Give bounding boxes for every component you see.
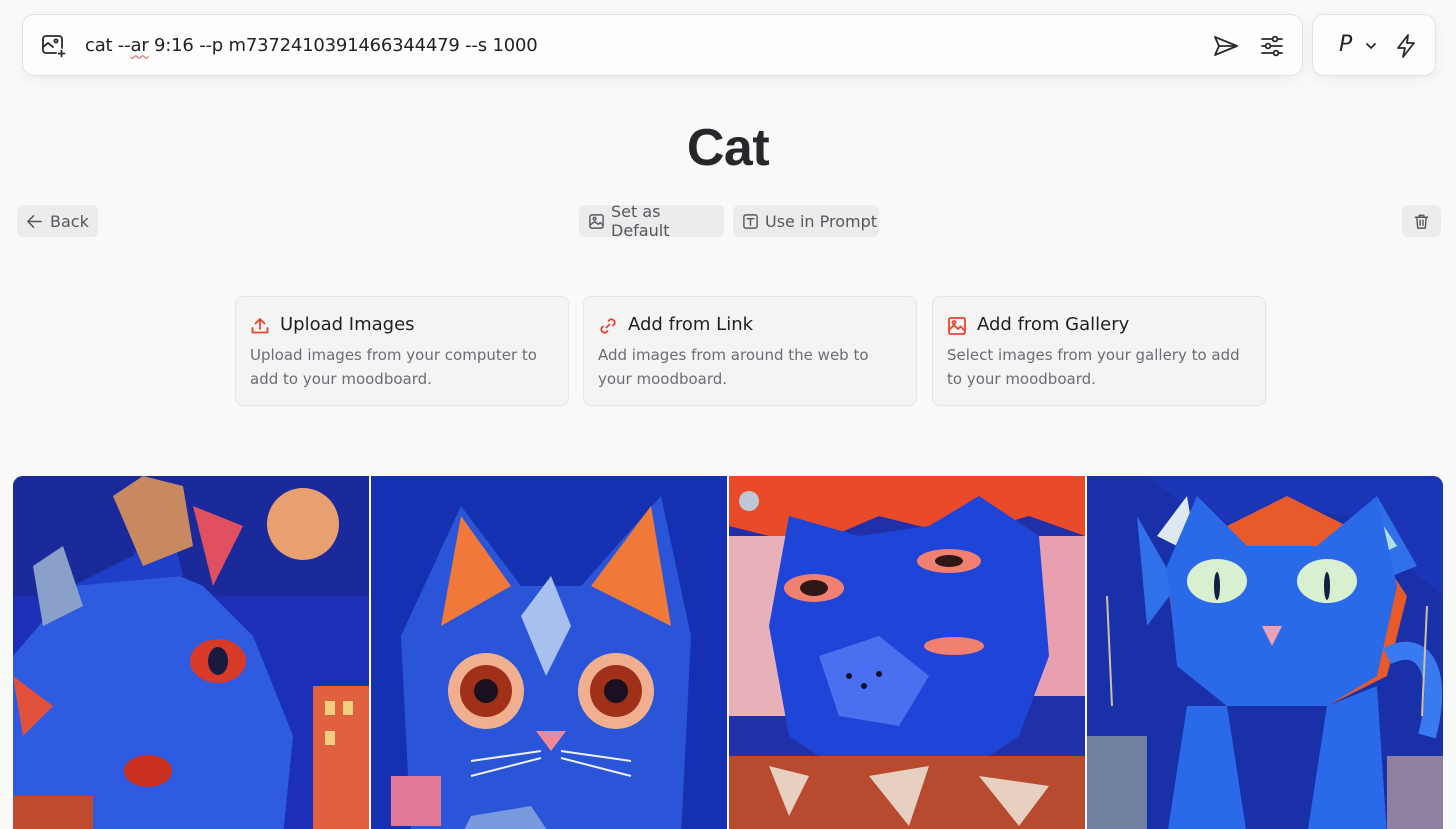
card-description: Select images from your gallery to add t… [947,346,1240,388]
set-default-label: Set as Default [611,202,670,240]
text-box-icon [743,213,758,229]
mode-letter[interactable]: P [1339,32,1352,57]
cat-painting-3 [729,476,1085,829]
card-title: Add from Link [628,314,754,335]
page-title: Cat [686,119,770,177]
card-title: Add from Gallery [977,314,1130,335]
cat-painting-1 [13,476,369,829]
prompt-bar: cat -- ar 9:16 --p m7372410391466344479 -… [22,14,1303,76]
prompt-text-misspelled: ar [130,34,149,56]
use-in-prompt-button[interactable]: Use in Prompt [733,205,879,237]
sliders-icon[interactable] [1259,33,1285,59]
mode-selector: P [1312,14,1436,76]
link-icon [600,318,616,334]
prompt-text-start: cat -- [85,34,131,56]
use-in-prompt-label: Use in Prompt [765,211,878,231]
back-button[interactable]: Back [17,205,98,237]
add-from-gallery-card[interactable]: Add from Gallery Select images from your… [932,296,1266,406]
gallery-image-3[interactable] [729,476,1085,829]
card-description: Upload images from your computer to add … [250,346,537,388]
send-icon[interactable] [1213,33,1239,59]
chevron-down-icon[interactable] [1364,39,1378,53]
upload-images-card[interactable]: Upload Images Upload images from your co… [235,296,569,406]
card-title: Upload Images [280,314,415,335]
cat-painting-4 [1087,476,1443,829]
prompt-text-rest: 9:16 --p m7372410391466344479 --s 1000 [148,34,538,56]
lightning-icon[interactable] [1393,33,1419,59]
image-plus-icon[interactable] [41,33,67,59]
image-icon [589,213,604,229]
trash-icon [1414,214,1429,229]
gallery-image-1[interactable] [13,476,369,829]
upload-icon [251,318,269,334]
card-description: Add images from around the web to your m… [598,346,869,388]
set-default-button[interactable]: Set as Default [579,202,724,240]
gallery-icon [948,317,966,335]
gallery-image-4[interactable] [1087,476,1443,829]
delete-button[interactable] [1402,205,1441,237]
arrow-left-icon [27,214,42,228]
prompt-input[interactable]: cat -- ar 9:16 --p m7372410391466344479 -… [85,15,538,75]
gallery-image-2[interactable] [371,476,727,829]
add-from-link-card[interactable]: Add from Link Add images from around the… [583,296,917,406]
cat-painting-2 [371,476,727,829]
back-label: Back [50,211,89,231]
